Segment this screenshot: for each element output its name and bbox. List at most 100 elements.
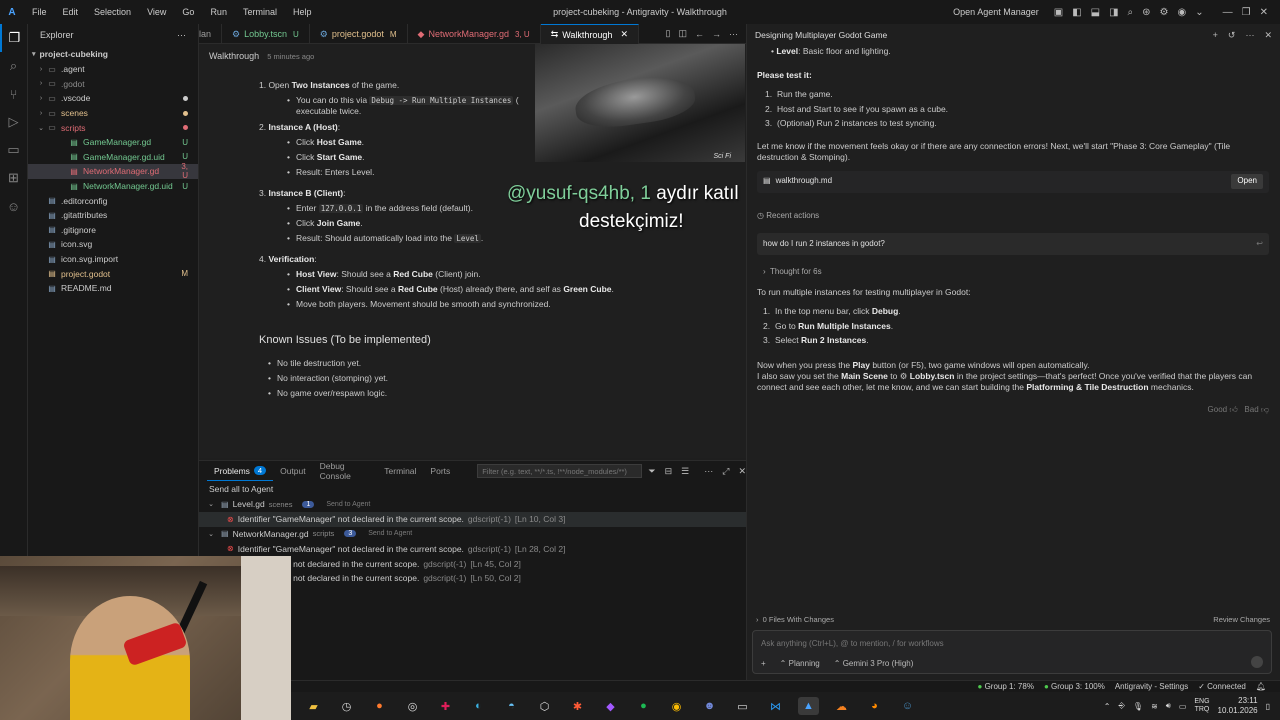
notifications-icon[interactable]: 🔔︎ (1256, 682, 1266, 691)
tab-problems[interactable]: Problems 4 (207, 461, 274, 481)
problem-file-group[interactable]: ⌄ ▤ Level.gd scenes 1 Send to Agent (199, 497, 746, 512)
more-actions-icon[interactable]: ··· (704, 466, 713, 477)
minimize-icon[interactable]: — (1223, 7, 1233, 18)
search-icon[interactable]: ⌕ (1128, 7, 1134, 18)
extensions-icon[interactable]: ⊞ (0, 164, 27, 192)
tree-item-icon-svg-import[interactable]: ▤ icon.svg.import (28, 252, 198, 267)
tab-walkthrough[interactable]: ⇆ Walkthrough ✕ (540, 24, 639, 44)
slack-icon[interactable]: ✚ (435, 697, 456, 715)
unity-icon[interactable]: ⬡ (534, 697, 555, 715)
wifi-icon[interactable]: ≋ (1151, 702, 1158, 711)
close-panel-icon[interactable]: ✕ (1264, 30, 1272, 41)
tree-item-scenes[interactable]: › ▭ scenes (28, 106, 198, 121)
split-editor-icon[interactable]: ◫ (678, 28, 687, 39)
steam-icon[interactable]: ◓ (501, 697, 522, 715)
layout-icon[interactable]: ▣ (1054, 7, 1063, 18)
toggle-panel-icon[interactable]: ⬓ (1091, 7, 1100, 18)
search-icon[interactable]: ⌕ (0, 52, 27, 80)
tree-item-gamemanager-gd[interactable]: ▤ GameManager.gd U (28, 135, 198, 150)
menu-run[interactable]: Run (202, 7, 235, 17)
history-icon[interactable]: ↺ (1228, 30, 1236, 41)
artifact-card[interactable]: ▤ walkthrough.md Open (757, 170, 1269, 193)
menu-help[interactable]: Help (285, 7, 320, 17)
explorer-icon[interactable]: ❐ (0, 24, 27, 52)
close-panel-icon[interactable]: ✕ (738, 466, 746, 477)
source-control-icon[interactable]: ⑂ (0, 80, 27, 108)
tab-output[interactable]: Output (273, 461, 313, 481)
files-changed-toggle[interactable]: › 0 Files With Changes (756, 615, 834, 624)
show-hidden-icons[interactable]: ⌃ (1104, 702, 1111, 711)
send-to-agent-button[interactable]: Send to Agent (326, 501, 370, 508)
terminal-icon[interactable]: ▭ (732, 697, 753, 715)
clock-app-icon[interactable]: ◷ (336, 697, 357, 715)
forward-arrow-icon[interactable]: → (712, 29, 721, 39)
tree-item-icon-svg[interactable]: ▤ icon.svg (28, 237, 198, 252)
figma-icon[interactable]: ◆ (600, 697, 621, 715)
spotify-icon[interactable]: ● (633, 697, 654, 715)
open-preview-icon[interactable]: ▯ (666, 28, 671, 39)
tab-debug-console[interactable]: Debug Console (313, 461, 378, 481)
tree-item-gamemanager-gd-uid[interactable]: ▤ GameManager.gd.uid U (28, 150, 198, 165)
tab-lobby[interactable]: ⚙ Lobby.tscn U (222, 24, 310, 44)
godot-icon[interactable]: ☺ (0, 192, 27, 220)
send-button[interactable] (1251, 656, 1263, 668)
undo-icon[interactable]: ↩ (1256, 239, 1263, 249)
tree-item-project-godot[interactable]: ▤ project.godot M (28, 266, 198, 281)
tree-item-scripts[interactable]: ⌄ ▭ scripts (28, 120, 198, 135)
tree-item-vscode[interactable]: › ▭ .vscode (28, 91, 198, 106)
settings-gear-icon[interactable]: ⚙ (1160, 7, 1169, 18)
tree-item-agent[interactable]: › ▭ .agent (28, 62, 198, 77)
view-as-list-icon[interactable]: ☰ (681, 466, 689, 477)
more-actions-icon[interactable]: ··· (1245, 30, 1254, 41)
firefox-icon[interactable]: ● (369, 697, 390, 715)
connection-status[interactable]: ✓ Connected (1198, 682, 1246, 691)
mode-selector[interactable]: ⌃ Planning (780, 659, 820, 668)
open-agent-manager-button[interactable]: Open Agent Manager (953, 7, 1039, 17)
more-actions-icon[interactable]: ··· (177, 30, 186, 40)
account-icon[interactable]: ◉ (1178, 7, 1187, 18)
problem-row[interactable]: ⊗ Identifier "GameManager" not declared i… (199, 541, 746, 556)
tree-item-networkmanager-gd-uid[interactable]: ▤ NetworkManager.gd.uid U (28, 179, 198, 194)
good-feedback-button[interactable]: Good 👍︎ (1208, 405, 1238, 414)
godot-icon[interactable]: ☺ (897, 697, 918, 715)
chrome-icon[interactable]: ◉ (666, 697, 687, 715)
blender-icon[interactable]: ◕ (864, 697, 885, 715)
tree-item-editorconfig[interactable]: ▤ .editorconfig (28, 193, 198, 208)
menu-view[interactable]: View (139, 7, 174, 17)
file-explorer-icon[interactable]: ▰ (303, 697, 324, 715)
collapse-all-icon[interactable]: ⊟ (665, 466, 673, 477)
tree-item-networkmanager-gd[interactable]: ▤ NetworkManager.gd 3, U (28, 162, 198, 180)
agent-chat-input[interactable]: Ask anything (Ctrl+L), @ to mention, / f… (752, 630, 1272, 674)
add-context-icon[interactable]: + (761, 659, 766, 668)
volume-icon[interactable]: 🔊︎ (1166, 701, 1171, 711)
vscode-icon[interactable]: ⋈ (765, 697, 786, 715)
more-actions-icon[interactable]: ··· (729, 29, 738, 39)
mic-icon[interactable]: 🎙︎ (1133, 702, 1143, 711)
affinity-icon[interactable]: ✱ (567, 697, 588, 715)
model-selector[interactable]: ⌃ Gemini 3 Pro (High) (834, 659, 914, 668)
antigravity-icon[interactable]: ▲ (798, 697, 819, 715)
remote-explorer-icon[interactable]: ▭ (0, 136, 27, 164)
recent-actions-toggle[interactable]: ◷ Recent actions (757, 211, 1269, 221)
new-chat-icon[interactable]: + (1213, 30, 1218, 41)
tree-item-readme-md[interactable]: ▤ README.md (28, 281, 198, 296)
send-all-to-agent-button[interactable]: Send all to Agent (199, 481, 746, 497)
discord-icon[interactable]: ☻ (699, 697, 720, 715)
back-arrow-icon[interactable]: ← (695, 29, 704, 39)
cloud-icon[interactable]: ☁ (831, 697, 852, 715)
menu-terminal[interactable]: Terminal (235, 7, 285, 17)
clock[interactable]: 23:11 10.01.2026 (1218, 696, 1258, 715)
tab-ports[interactable]: Ports (423, 461, 457, 481)
extensions-icon[interactable]: ⊛ (1142, 7, 1150, 18)
settings-status[interactable]: Antigravity - Settings (1115, 682, 1188, 691)
obs-icon[interactable]: ◎ (402, 697, 423, 715)
tab-lan[interactable]: lan (199, 24, 223, 44)
usb-icon[interactable]: ⎆ (1119, 701, 1125, 711)
tree-item-godot[interactable]: › ▭ .godot (28, 77, 198, 92)
close-window-icon[interactable]: ✕ (1260, 7, 1268, 18)
menu-file[interactable]: File (24, 7, 55, 17)
project-root[interactable]: ▾ project-cubeking (28, 46, 198, 62)
menu-selection[interactable]: Selection (86, 7, 139, 17)
problems-filter-input[interactable]: Filter (e.g. text, **/*.ts, !**/node_mod… (477, 464, 643, 478)
maximize-panel-icon[interactable]: ⤢ (722, 466, 729, 477)
